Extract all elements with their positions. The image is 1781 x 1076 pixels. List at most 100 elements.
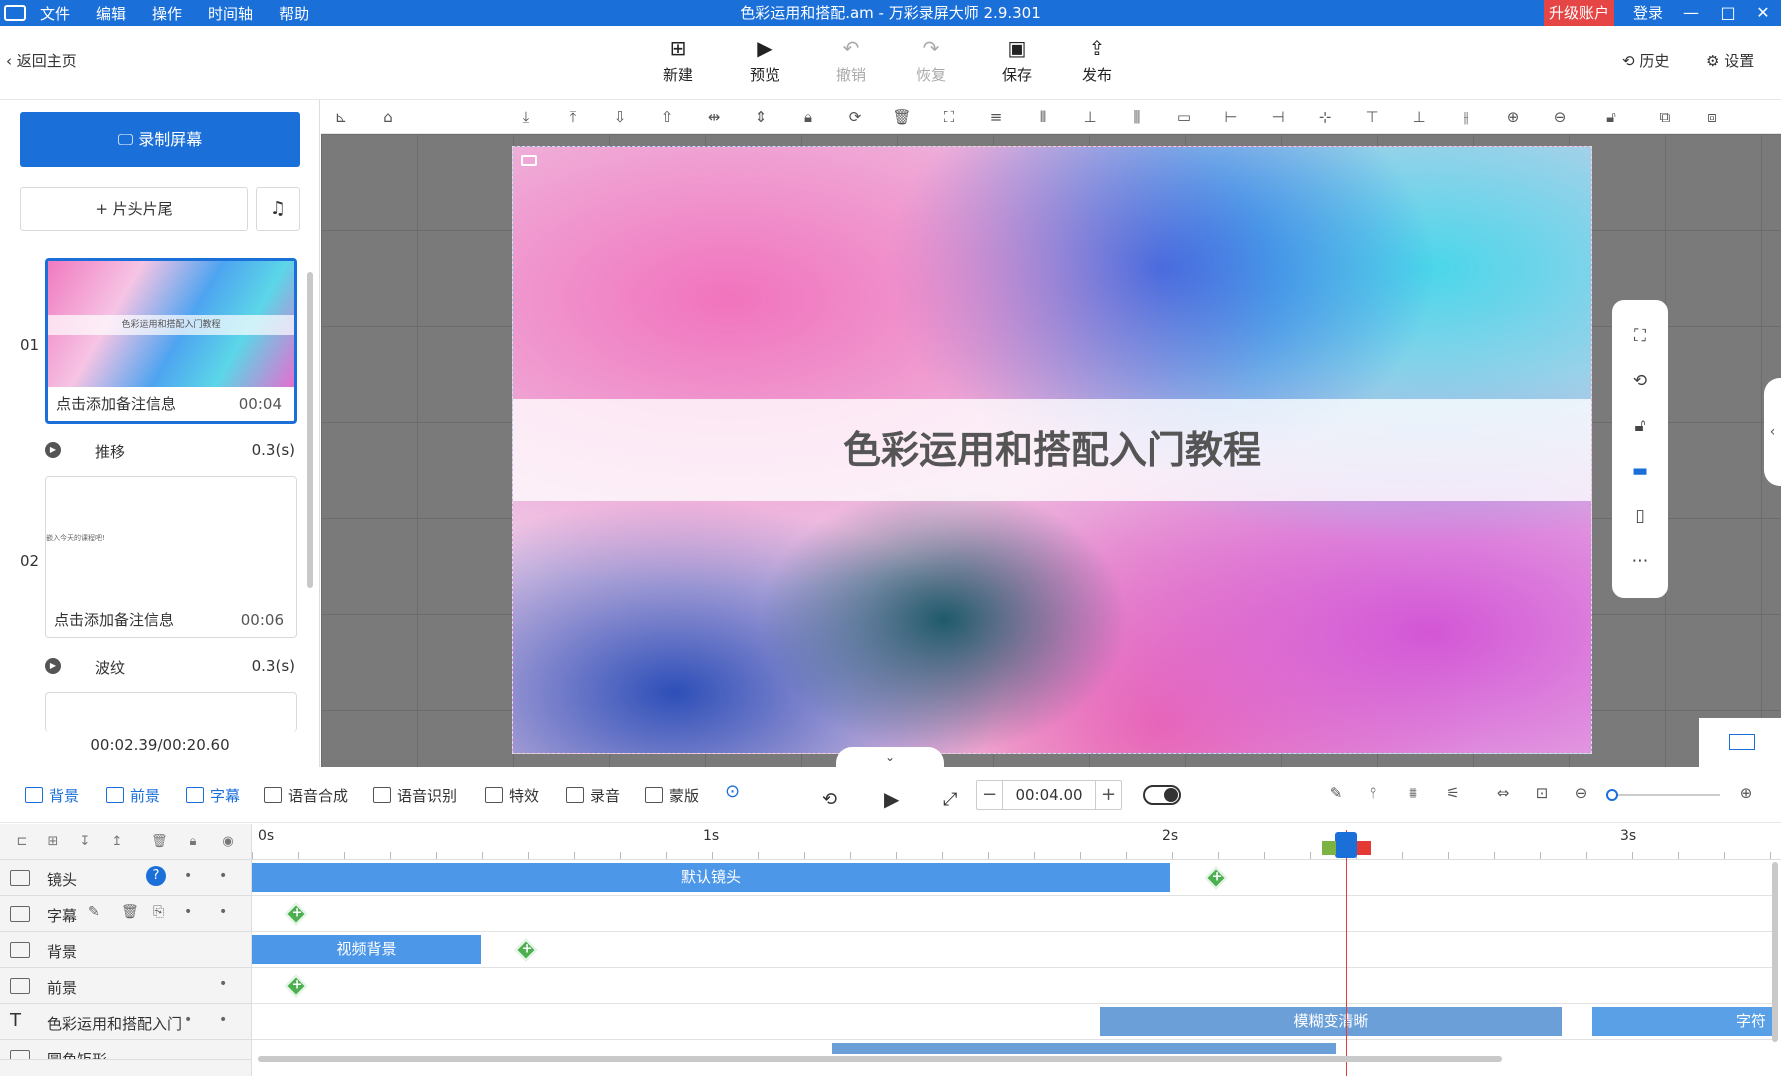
add-intro-outro-button[interactable]: + 片头片尾 — [20, 187, 248, 231]
unlock-icon[interactable]: 🔓︎ — [1626, 412, 1654, 440]
more-icon[interactable]: ⊙ — [725, 781, 740, 802]
add-keyframe-icon[interactable] — [514, 938, 538, 962]
edit-icon[interactable]: ✎ — [1325, 784, 1347, 806]
trim-start-handle[interactable] — [1322, 841, 1336, 855]
canvas-minimap[interactable] — [1699, 718, 1781, 767]
align-right-icon[interactable]: ⊣ — [1267, 106, 1289, 128]
distribute-v-icon[interactable]: ⫼ — [1126, 106, 1148, 128]
move-bottom-icon[interactable]: ⤓ — [515, 106, 537, 128]
scene-card-02[interactable]: 嵌入今天的课程吧! 点击添加备注信息 00:06 — [45, 476, 297, 638]
add-keyframe-icon[interactable] — [1204, 866, 1228, 890]
tab-subtitle[interactable]: 字幕 — [186, 785, 240, 806]
record-screen-button[interactable]: 🖵 录制屏幕 — [20, 112, 300, 167]
preview-button[interactable]: ▶ 预览 — [737, 36, 793, 85]
scene-card-03[interactable] — [45, 692, 297, 732]
split-icon[interactable]: ⫯ — [1362, 784, 1384, 806]
track-camera[interactable]: 镜头? • • — [0, 860, 252, 896]
eye-icon[interactable]: ◉ — [220, 834, 236, 850]
layer-icon[interactable]: ⊾ — [330, 106, 352, 128]
phone-icon[interactable]: ▯ — [1626, 502, 1654, 530]
zoom-out-icon[interactable]: ⊖ — [1570, 784, 1592, 806]
clip-default-camera[interactable]: 默认镜头 — [252, 863, 1170, 892]
scene-note[interactable]: 点击添加备注信息 00:04 — [48, 387, 294, 421]
track-text[interactable]: T 色彩运用和搭配入门 • • — [0, 1004, 252, 1040]
play-icon[interactable]: ▶ — [45, 442, 61, 458]
scene-note[interactable]: 点击添加备注信息 00:06 — [46, 603, 296, 637]
scene-canvas[interactable]: 色彩运用和搭配入门教程 — [512, 146, 1592, 754]
plus-button[interactable]: + — [1095, 781, 1121, 809]
delete-icon[interactable]: 🗑︎ — [891, 106, 913, 128]
back-home-button[interactable]: ‹ 返回主页 — [6, 50, 77, 71]
more-icon[interactable]: ⋯ — [1626, 547, 1654, 575]
add-keyframe-icon[interactable] — [284, 974, 308, 998]
close-button[interactable]: ✕ — [1745, 0, 1781, 26]
paste-icon[interactable]: ⧈ — [1701, 106, 1723, 128]
track-rounded-rect[interactable]: 圆角矩形 — [0, 1040, 252, 1060]
filter-icon[interactable]: ⩩ — [1402, 784, 1424, 806]
tab-tts[interactable]: 语音合成 — [264, 785, 348, 806]
move-up-icon[interactable]: ↥ — [109, 834, 125, 850]
time-value[interactable]: 00:04.00 — [1003, 781, 1095, 809]
flip-horizontal-icon[interactable]: ⇹ — [703, 106, 725, 128]
new-button[interactable]: ⊞ 新建 — [650, 36, 706, 85]
track-background[interactable]: 背景 — [0, 932, 252, 968]
timeline-zoom-slider[interactable] — [1606, 789, 1720, 801]
fit-width-icon[interactable]: ⇔ — [1492, 784, 1514, 806]
tab-effects[interactable]: 特效 — [485, 785, 539, 806]
headline-text[interactable]: 色彩运用和搭配入门教程 — [513, 399, 1591, 501]
move-up-icon[interactable]: ⇧ — [656, 106, 678, 128]
align-center-icon[interactable]: ≡ — [985, 106, 1007, 128]
tab-background[interactable]: 背景 — [25, 785, 79, 806]
time-stepper[interactable]: − 00:04.00 + — [976, 780, 1122, 810]
monitor-icon[interactable]: ▬ — [1626, 457, 1654, 485]
fit-icon[interactable]: ⛶ — [938, 106, 960, 128]
align-middle-icon[interactable]: ⊹ — [1314, 106, 1336, 128]
zoom-in-icon[interactable]: ⊕ — [1502, 106, 1524, 128]
folder-icon[interactable]: ⊏ — [14, 834, 30, 850]
distribute-h-icon[interactable]: ⫴ — [1032, 106, 1054, 128]
scene-scrollbar[interactable] — [307, 272, 313, 588]
music-button[interactable]: ♫ — [256, 187, 300, 231]
ratio-icon[interactable]: ⊡ — [1531, 784, 1553, 806]
clip-subtitle[interactable]: 字符 — [1592, 1007, 1772, 1036]
adjust-icon[interactable]: ⚟ — [1442, 784, 1464, 806]
move-top-icon[interactable]: ⤒ — [562, 106, 584, 128]
add-keyframe-icon[interactable] — [284, 902, 308, 926]
align-bottom-icon[interactable]: ⊥ — [1079, 106, 1101, 128]
lock-icon[interactable]: 🔒︎ — [797, 106, 819, 128]
same-width-icon[interactable]: ▭ — [1173, 106, 1195, 128]
minus-button[interactable]: − — [977, 781, 1003, 809]
slider-knob[interactable] — [1606, 789, 1618, 801]
save-button[interactable]: ▣ 保存 — [989, 36, 1045, 85]
publish-button[interactable]: ⇪ 发布 — [1069, 36, 1125, 85]
expand-icon[interactable]: ⤢ — [943, 789, 957, 810]
track-subtitle[interactable]: 字幕 ✎ 🗑︎ ⎘ • • — [0, 896, 252, 932]
replay-icon[interactable]: ⟲ — [822, 789, 837, 810]
play-button[interactable]: ▶ — [884, 787, 899, 811]
timeline-horizontal-scrollbar[interactable] — [258, 1056, 1502, 1062]
add-folder-icon[interactable]: ⊞ — [45, 834, 61, 850]
zoom-in-icon[interactable]: ⊕ — [1735, 784, 1757, 806]
align-base-icon[interactable]: ⊥ — [1408, 106, 1430, 128]
settings-button[interactable]: ⚙ 设置 — [1706, 50, 1754, 71]
flip-vertical-icon[interactable]: ⇕ — [750, 106, 772, 128]
lock-icon[interactable]: 🔒︎ — [185, 834, 201, 850]
trim-end-handle[interactable] — [1357, 841, 1371, 855]
home-icon[interactable]: ⌂ — [377, 106, 399, 128]
toggle-switch[interactable] — [1143, 785, 1181, 805]
clip-blur-to-clear[interactable]: 模糊变清晰 — [1100, 1007, 1562, 1036]
time-ruler[interactable]: 0s 1s 2s 3s — [252, 824, 1781, 860]
maximize-button[interactable]: □ — [1710, 0, 1746, 26]
minimize-button[interactable]: — — [1673, 0, 1709, 26]
transition-item[interactable]: ▶ 波纹 0.3(s) — [45, 655, 295, 679]
center-vertical-icon[interactable]: ⫲ — [1455, 106, 1477, 128]
rotate-icon[interactable]: ⟲ — [1626, 367, 1654, 395]
align-left-icon[interactable]: ⊢ — [1220, 106, 1242, 128]
fullscreen-icon[interactable]: ⛶ — [1626, 322, 1654, 350]
tab-speech-recognition[interactable]: 语音识别 — [373, 785, 457, 806]
history-button[interactable]: ⟲ 历史 — [1622, 50, 1669, 71]
track-foreground[interactable]: 前景 • — [0, 968, 252, 1004]
tab-record-audio[interactable]: 录音 — [566, 785, 620, 806]
edit-icon[interactable]: ✎ — [88, 904, 100, 920]
play-icon[interactable]: ▶ — [45, 658, 61, 674]
